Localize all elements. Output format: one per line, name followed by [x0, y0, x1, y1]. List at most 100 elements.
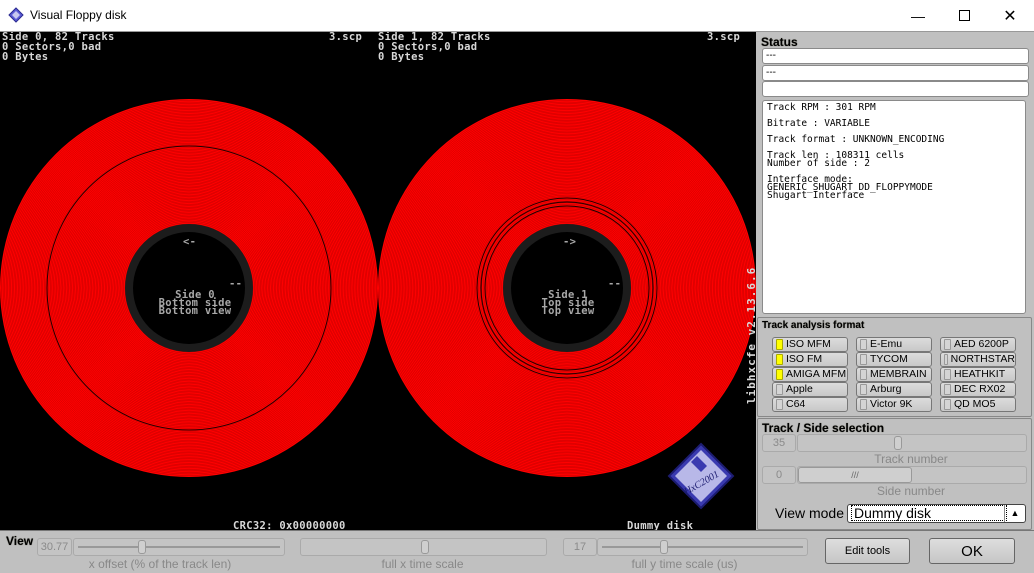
edit-tools-button[interactable]: Edit tools — [825, 538, 910, 564]
y-scale-thumb[interactable] — [659, 540, 668, 554]
crc-readout: CRC32: 0x00000000 — [233, 520, 346, 530]
side-number-slider[interactable]: /// — [797, 466, 1027, 484]
format-toggle-aed-6200p[interactable]: AED 6200P — [940, 337, 1016, 352]
format-toggle-c64[interactable]: C64 — [772, 397, 848, 412]
track-slider-thumb[interactable] — [893, 436, 902, 450]
view-mode-select[interactable]: Dummy disk ▲ — [847, 504, 1026, 523]
side1-index-mark: -- — [608, 278, 622, 290]
side0-disk — [0, 99, 378, 477]
format-indicator-icon — [776, 399, 783, 410]
format-toggle-heathkit[interactable]: HEATHKIT — [940, 367, 1016, 382]
y-scale-value[interactable]: 17 — [563, 538, 597, 556]
format-toggle-tycom[interactable]: TYCOM — [856, 352, 932, 367]
side0-bytes: 0 Bytes — [2, 51, 49, 63]
ok-button[interactable]: OK — [929, 538, 1015, 564]
format-label: C64 — [786, 398, 806, 410]
format-toggle-apple[interactable]: Apple — [772, 382, 848, 397]
disk-canvas — [0, 99, 756, 477]
format-indicator-icon — [776, 354, 783, 365]
minimize-button[interactable]: — — [895, 0, 941, 31]
maximize-icon — [958, 10, 970, 21]
x-offset-value[interactable]: 30.77 — [37, 538, 72, 556]
track-number-label: Track number — [874, 452, 948, 466]
format-indicator-icon — [776, 339, 783, 350]
info-track-format: Track format : UNKNOWN_ENCODING — [767, 134, 945, 145]
info-number-of-side: Number of side : 2 — [767, 158, 870, 169]
format-indicator-icon — [944, 369, 951, 380]
status-field-3 — [762, 81, 1029, 97]
x-offset-label: x offset (% of the track len) — [88, 557, 232, 571]
side-slider-thumb[interactable]: /// — [798, 467, 912, 483]
format-indicator-icon — [944, 339, 951, 350]
side-number-value[interactable]: 0 — [762, 466, 796, 484]
track-info-box: Track RPM : 301 RPM Bitrate : VARIABLE T… — [762, 100, 1026, 314]
format-indicator-icon — [776, 369, 783, 380]
format-toggle-membrain[interactable]: MEMBRAIN — [856, 367, 932, 382]
format-indicator-icon — [860, 339, 867, 350]
y-scale-slider[interactable] — [597, 538, 808, 556]
side1-disk — [378, 99, 756, 477]
format-indicator-icon — [860, 384, 867, 395]
side0-rotation-arrow: <- — [183, 236, 197, 248]
hxc2001-logo-icon: HxC2001 — [667, 442, 735, 510]
side1-bytes: 0 Bytes — [378, 51, 425, 63]
close-button[interactable]: ✕ — [987, 0, 1033, 31]
side0-view-label: Bottom view — [158, 305, 232, 317]
status-field-2: --- — [762, 65, 1029, 81]
format-toggle-amiga-mfm[interactable]: AMIGA MFM — [772, 367, 848, 382]
format-indicator-icon — [860, 354, 867, 365]
view-mode-label: View mode — [775, 505, 845, 521]
maximize-button[interactable] — [941, 0, 987, 31]
track-number-value[interactable]: 35 — [762, 434, 796, 452]
x-scale-label: full x time scale — [381, 557, 464, 571]
format-label: ISO MFM — [786, 338, 831, 350]
view-controls-bar: View 30.77 x offset (% of the track len)… — [0, 530, 1034, 573]
updown-arrows-icon: ▲ — [1004, 505, 1025, 522]
format-label: AMIGA MFM — [786, 368, 847, 380]
disk-viewer[interactable]: Side 0, 82 Tracks 0 Sectors,0 bad 0 Byte… — [0, 32, 756, 530]
info-rpm: Track RPM : 301 RPM — [767, 102, 876, 113]
side0-filename: 3.scp — [329, 32, 363, 43]
side-number-label: Side number — [876, 484, 946, 498]
format-label: HEATHKIT — [954, 368, 1006, 380]
format-toggle-iso-fm[interactable]: ISO FM — [772, 352, 848, 367]
title-bar: Visual Floppy disk — ✕ — [0, 0, 1034, 32]
side1-hub — [511, 232, 623, 344]
format-label: ISO FM — [786, 353, 823, 365]
format-toggle-qd-mo5[interactable]: QD MO5 — [940, 397, 1016, 412]
format-label: NORTHSTAR — [950, 353, 1015, 365]
x-scale-thumb[interactable] — [420, 540, 429, 554]
format-indicator-icon — [860, 369, 867, 380]
side-panel: Status --- --- Track RPM : 301 RPM Bitra… — [756, 32, 1034, 530]
view-mode-readout: Dummy disk — [627, 520, 694, 530]
format-toggle-victor-9k[interactable]: Victor 9K — [856, 397, 932, 412]
format-label: MEMBRAIN — [870, 368, 927, 380]
minimize-icon: — — [911, 7, 925, 24]
side1-rotation-arrow: -> — [563, 236, 577, 248]
track-analysis-label: Track analysis format — [762, 320, 865, 331]
format-label: AED 6200P — [954, 338, 1009, 350]
track-side-label: Track / Side selection — [762, 421, 885, 435]
format-label: Arburg — [870, 383, 902, 395]
x-offset-slider[interactable] — [73, 538, 285, 556]
format-toggle-dec-rx02[interactable]: DEC RX02 — [940, 382, 1016, 397]
info-bitrate: Bitrate : VARIABLE — [767, 118, 870, 129]
format-indicator-icon — [944, 399, 951, 410]
library-version: libhxcfe v2.13.6.6 — [745, 266, 756, 404]
floppy-app-icon — [8, 7, 24, 23]
format-label: Apple — [786, 383, 813, 395]
info-interface-type: Shugart Interface — [767, 190, 865, 201]
side0-index-mark: -- — [229, 278, 243, 290]
format-toggle-arburg[interactable]: Arburg — [856, 382, 932, 397]
format-toggle-northstar[interactable]: NORTHSTAR — [940, 352, 1016, 367]
view-mode-value: Dummy disk — [851, 505, 1007, 521]
x-scale-slider[interactable] — [300, 538, 547, 556]
format-toggle-e-emu[interactable]: E-Emu — [856, 337, 932, 352]
format-toggle-iso-mfm[interactable]: ISO MFM — [772, 337, 848, 352]
status-label: Status — [761, 35, 798, 49]
format-indicator-icon — [944, 384, 951, 395]
format-label: Victor 9K — [870, 398, 913, 410]
format-indicator-icon — [776, 384, 783, 395]
track-number-slider[interactable] — [797, 434, 1027, 452]
x-offset-thumb[interactable] — [137, 540, 146, 554]
